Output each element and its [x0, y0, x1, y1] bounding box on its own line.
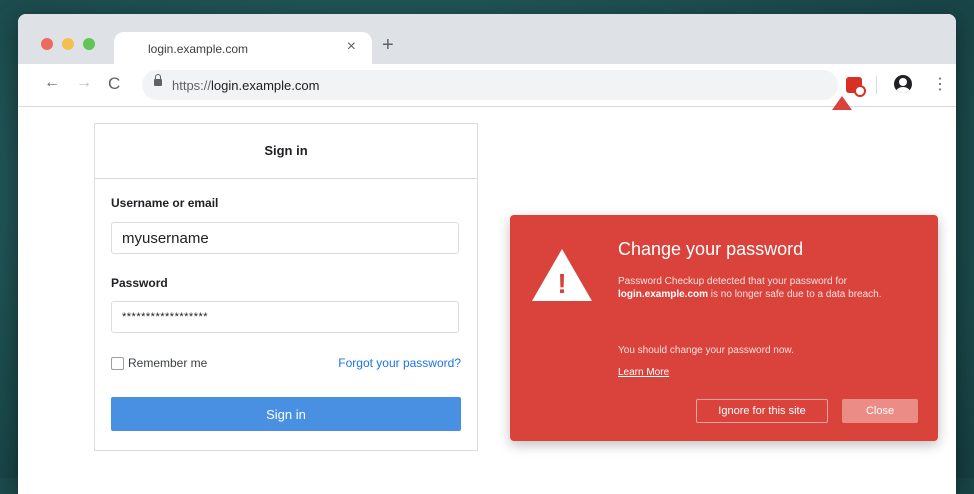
forgot-password-link[interactable]: Forgot your password?	[338, 356, 461, 370]
browser-toolbar: ← → C https://login.example.com ⋮	[18, 64, 956, 107]
menu-icon[interactable]: ⋮	[932, 74, 948, 94]
tab-strip: login.example.com × +	[18, 14, 956, 66]
signin-button[interactable]: Sign in	[111, 397, 461, 431]
alert-message-site: login.example.com	[618, 289, 709, 300]
remember-me-checkbox[interactable]	[111, 356, 124, 370]
learn-more-link[interactable]: Learn More	[618, 367, 669, 378]
ignore-for-site-button[interactable]: Ignore for this site	[696, 399, 828, 423]
remember-me-label: Remember me	[128, 356, 208, 370]
close-window-icon[interactable]	[41, 38, 53, 50]
password-input[interactable]	[111, 301, 459, 333]
username-label: Username or email	[111, 196, 219, 210]
profile-icon[interactable]	[894, 75, 912, 93]
tab-title: login.example.com	[148, 42, 249, 56]
url-text: https://login.example.com	[172, 78, 319, 93]
signin-header: Sign in	[95, 124, 477, 179]
close-alert-button[interactable]: Close	[842, 399, 918, 423]
username-input[interactable]	[111, 222, 459, 254]
url-host: login.example.com	[211, 78, 320, 93]
remember-me: Remember me	[111, 356, 207, 370]
browser-window: login.example.com × + ← → C https://logi…	[18, 14, 956, 494]
change-password-alert: ! Change your password Password Checkup …	[510, 215, 938, 441]
password-label: Password	[111, 276, 168, 290]
browser-tab[interactable]: login.example.com ×	[114, 32, 372, 66]
alert-pointer	[832, 96, 852, 110]
warning-icon: !	[532, 249, 592, 301]
alert-message-prefix: Password Checkup detected that your pass…	[618, 276, 848, 287]
toolbar-divider	[876, 76, 877, 94]
alert-message-suffix: is no longer safe due to a data breach.	[708, 289, 882, 300]
warning-glyph: !	[557, 268, 566, 299]
extension-badge	[854, 85, 866, 97]
signin-card: Sign in Username or email Password Remem…	[94, 123, 478, 451]
password-checkup-extension-icon[interactable]	[846, 77, 866, 97]
new-tab-icon[interactable]: +	[382, 34, 394, 57]
forward-icon[interactable]: →	[76, 74, 92, 92]
address-bar[interactable]: https://login.example.com	[142, 70, 838, 100]
page-content: Sign in Username or email Password Remem…	[18, 107, 956, 494]
maximize-window-icon[interactable]	[83, 38, 95, 50]
alert-message: Password Checkup detected that your pass…	[618, 275, 918, 301]
alert-title: Change your password	[618, 239, 804, 259]
minimize-window-icon[interactable]	[62, 38, 74, 50]
tab-close-icon[interactable]: ×	[347, 38, 356, 56]
url-scheme: https://	[172, 78, 212, 93]
reload-icon[interactable]: C	[108, 74, 120, 94]
back-icon[interactable]: ←	[44, 74, 60, 92]
lock-icon	[154, 74, 162, 86]
alert-advice: You should change your password now.	[618, 345, 794, 356]
